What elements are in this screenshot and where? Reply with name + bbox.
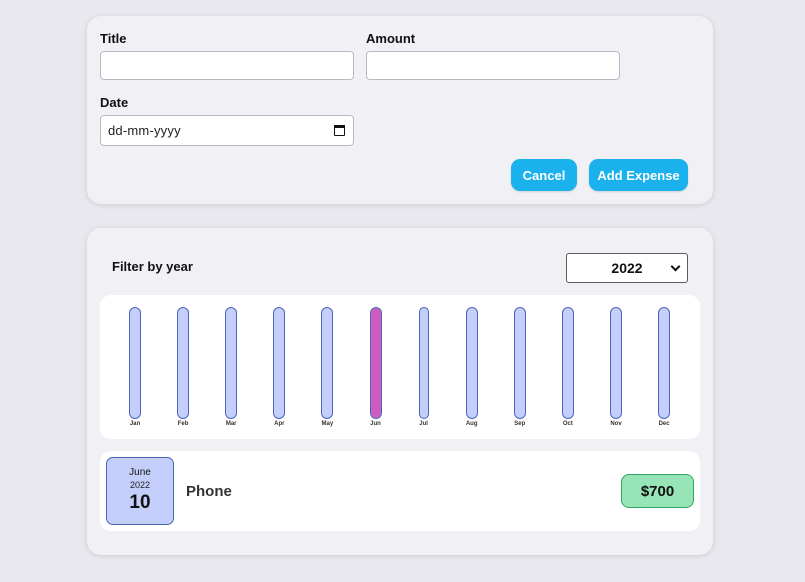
title-input[interactable]: [100, 51, 354, 80]
add-expense-button[interactable]: Add Expense: [589, 159, 688, 191]
chevron-down-icon: [670, 261, 681, 272]
amount-input[interactable]: [366, 51, 620, 80]
expense-month: June: [129, 467, 151, 478]
chart-bar-label: Dec: [658, 421, 670, 427]
chart-bar-track: [369, 307, 382, 419]
chart-bar-label: Feb: [177, 421, 189, 427]
chart-bar-oct: Oct: [553, 307, 583, 427]
chart-bar-track: [561, 307, 574, 419]
chart-bar-mar: Mar: [216, 307, 246, 427]
expense-amount-badge: $700: [621, 474, 694, 508]
chart-bar-track: [273, 307, 286, 419]
chart-bar-track: [465, 307, 478, 419]
chart-bar-jan: Jan: [120, 307, 150, 427]
chart-bar-nov: Nov: [601, 307, 631, 427]
chart-bar-track: [513, 307, 526, 419]
chart-bar-label: Jun: [370, 421, 381, 427]
chart-bar-label: Mar: [225, 421, 237, 427]
chart-bar-fill: [370, 308, 381, 418]
expense-day: 10: [129, 492, 151, 513]
chart-bar-label: Jan: [129, 421, 141, 427]
chart-bar-label: Nov: [610, 421, 622, 427]
chart-bar-label: Sep: [514, 421, 526, 427]
chart-bar-label: Apr: [274, 421, 285, 427]
chart-bar-feb: Feb: [168, 307, 198, 427]
chart-bar-may: May: [312, 307, 342, 427]
chart-bar-label: Oct: [562, 421, 573, 427]
expense-date-badge: June 2022 10: [106, 457, 174, 525]
chart-bar-track: [225, 307, 238, 419]
chart-bar-track: [177, 307, 190, 419]
filter-label: Filter by year: [112, 259, 193, 274]
chart-bar-aug: Aug: [457, 307, 487, 427]
chart-bar-sep: Sep: [505, 307, 535, 427]
chart-bar-label: Aug: [465, 421, 478, 427]
chart-bar-track: [321, 307, 334, 419]
chart-bar-apr: Apr: [264, 307, 294, 427]
expense-year: 2022: [129, 480, 151, 490]
chart-bar-jun: Jun: [361, 307, 391, 427]
title-label: Title: [100, 31, 127, 46]
chart-bar-track: [129, 307, 141, 419]
chart-bar-track: [610, 307, 622, 419]
expenses-panel: Filter by year 2022 Jan Feb Mar Apr May Jun Ju…: [87, 228, 713, 555]
calendar-icon[interactable]: [334, 125, 345, 136]
date-label: Date: [100, 95, 129, 110]
year-select-value: 2022: [611, 260, 643, 276]
new-expense-form: Title Amount Date dd-mm-yyyy Cancel Add …: [87, 16, 713, 204]
amount-label: Amount: [366, 31, 416, 46]
chart-bar-jul: Jul: [409, 307, 439, 427]
chart-bar-label: Jul: [419, 421, 428, 427]
expense-title: Phone: [186, 483, 232, 500]
expenses-chart: Jan Feb Mar Apr May Jun Jul Aug Sep Oct Nov Dec: [100, 295, 700, 439]
chart-bar-track: [658, 307, 671, 419]
chart-bar-track: [418, 307, 429, 419]
date-placeholder: dd-mm-yyyy: [108, 123, 181, 138]
date-input[interactable]: dd-mm-yyyy: [100, 115, 354, 146]
chart-bar-dec: Dec: [649, 307, 679, 427]
year-select[interactable]: 2022: [566, 253, 688, 283]
chart-bar-label: May: [321, 421, 334, 427]
expense-item: June 2022 10 Phone $700: [100, 451, 700, 531]
expense-amount: $700: [640, 482, 675, 500]
cancel-button[interactable]: Cancel: [511, 159, 577, 191]
